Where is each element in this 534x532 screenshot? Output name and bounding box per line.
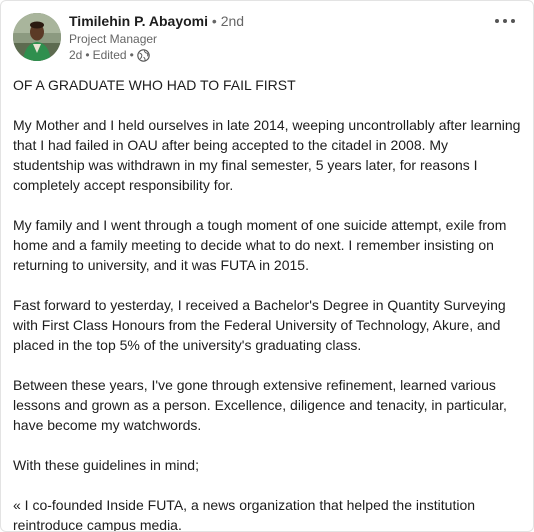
more-options-button[interactable] bbox=[491, 11, 519, 31]
timestamp-separator: • bbox=[85, 48, 90, 62]
author-avatar[interactable] bbox=[13, 13, 61, 61]
author-name-line: Timilehin P. Abayomi • 2nd bbox=[69, 11, 244, 31]
post-header: Timilehin P. Abayomi • 2nd Project Manag… bbox=[13, 11, 521, 67]
author-meta: Timilehin P. Abayomi • 2nd Project Manag… bbox=[69, 11, 244, 63]
author-name[interactable]: Timilehin P. Abayomi bbox=[69, 13, 208, 29]
post-title: OF A GRADUATE WHO HAD TO FAIL FIRST bbox=[13, 77, 296, 93]
edited-label: Edited bbox=[92, 48, 127, 62]
post-age: 2d bbox=[69, 48, 83, 62]
connection-degree: • 2nd bbox=[211, 13, 245, 29]
post-paragraph: Between these years, I've gone through e… bbox=[13, 377, 507, 433]
globe-icon[interactable] bbox=[137, 48, 150, 62]
more-options-icon bbox=[495, 19, 515, 23]
timestamp-separator: • bbox=[129, 48, 134, 62]
avatar-photo-icon bbox=[13, 13, 61, 61]
post-paragraph: « I co-founded Inside FUTA, a news organ… bbox=[13, 497, 476, 532]
author-headline: Project Manager bbox=[69, 32, 158, 46]
connection-degree-value: 2nd bbox=[220, 13, 245, 29]
post-paragraph: With these guidelines in mind; bbox=[13, 457, 199, 473]
post-paragraph: Fast forward to yesterday, I received a … bbox=[13, 297, 506, 353]
post-paragraph: My family and I went through a tough mom… bbox=[13, 217, 507, 273]
post-paragraph: My Mother and I held ourselves in late 2… bbox=[13, 117, 521, 193]
post-card: Timilehin P. Abayomi • 2nd Project Manag… bbox=[0, 0, 534, 532]
post-timestamp: 2d • Edited • bbox=[69, 47, 244, 63]
post-body: OF A GRADUATE WHO HAD TO FAIL FIRST My M… bbox=[13, 75, 523, 532]
